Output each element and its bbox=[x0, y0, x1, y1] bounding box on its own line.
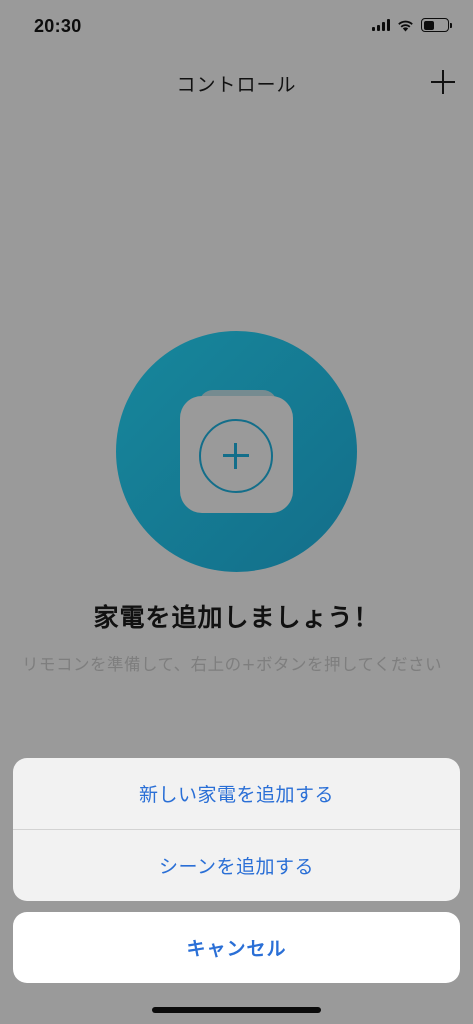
plus-circle-icon bbox=[199, 419, 273, 493]
empty-state-description: リモコンを準備して、右上の+ボタンを押してください bbox=[22, 655, 443, 674]
empty-state-title: 家電を追加しましょう！ bbox=[93, 603, 380, 632]
plus-icon[interactable] bbox=[429, 68, 457, 96]
page-title: コントロール bbox=[176, 74, 297, 96]
battery-icon bbox=[421, 18, 452, 32]
status-bar: 20:30 bbox=[0, 0, 473, 56]
add-scene-button[interactable]: シーンを追加する bbox=[13, 830, 460, 901]
status-time: 20:30 bbox=[34, 16, 82, 36]
signal-icon bbox=[372, 19, 390, 31]
action-sheet: 新しい家電を追加する シーンを追加する bbox=[13, 758, 460, 901]
home-indicator[interactable] bbox=[152, 1007, 321, 1013]
battery-fill bbox=[423, 20, 434, 30]
cancel-button[interactable]: キャンセル bbox=[13, 912, 460, 983]
status-icons bbox=[372, 18, 452, 32]
wifi-icon bbox=[398, 20, 413, 31]
add-new-appliance-button[interactable]: 新しい家電を追加する bbox=[13, 758, 460, 829]
